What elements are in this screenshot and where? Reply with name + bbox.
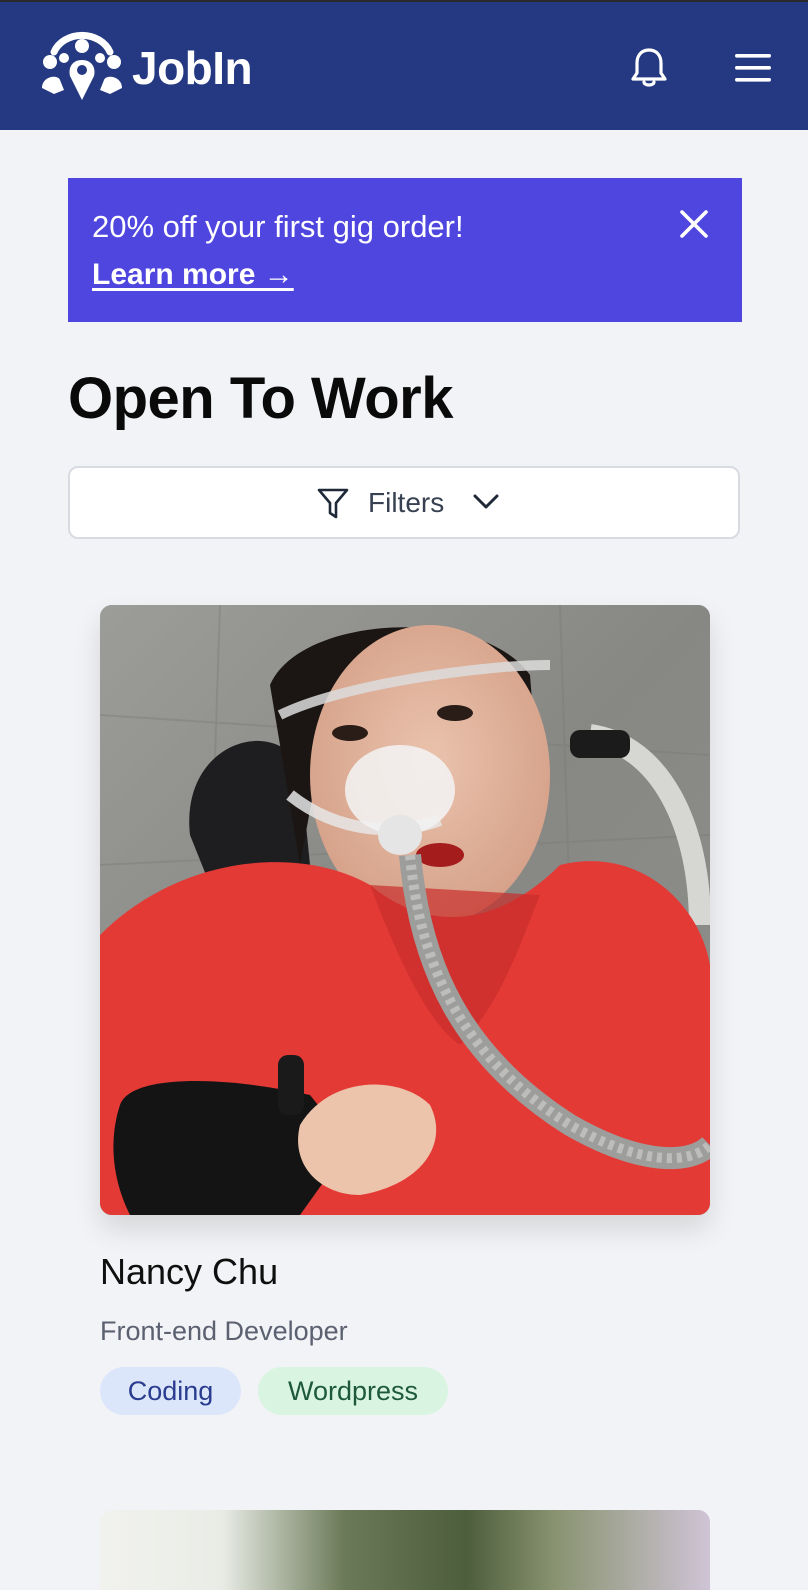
brand-name[interactable]: JobIn [132, 40, 253, 96]
profile-role: Front-end Developer [100, 1316, 348, 1346]
page-title: Open To Work [68, 366, 453, 431]
profile-photo[interactable] [100, 605, 710, 1215]
hamburger-menu-icon[interactable] [733, 51, 773, 85]
profile-photo[interactable] [100, 1510, 710, 1590]
profile-photo-illustration [100, 605, 710, 1215]
bell-icon[interactable] [628, 46, 670, 90]
close-icon[interactable] [678, 208, 710, 240]
app-header: JobIn [0, 2, 808, 130]
promo-text: 20% off your first gig order! [92, 209, 464, 244]
chevron-down-icon [473, 494, 499, 509]
promo-banner: 20% off your first gig order! Learn more… [68, 178, 742, 322]
filters-label: Filters [368, 487, 445, 518]
learn-more-link[interactable]: Learn more → [92, 256, 294, 294]
skill-tag[interactable]: Coding [100, 1367, 241, 1415]
people-pin-logo-icon[interactable] [40, 28, 124, 106]
filters-button[interactable]: Filters [68, 466, 740, 539]
skill-tag[interactable]: Wordpress [258, 1367, 448, 1415]
funnel-icon [317, 488, 349, 519]
profile-name[interactable]: Nancy Chu [100, 1250, 278, 1294]
